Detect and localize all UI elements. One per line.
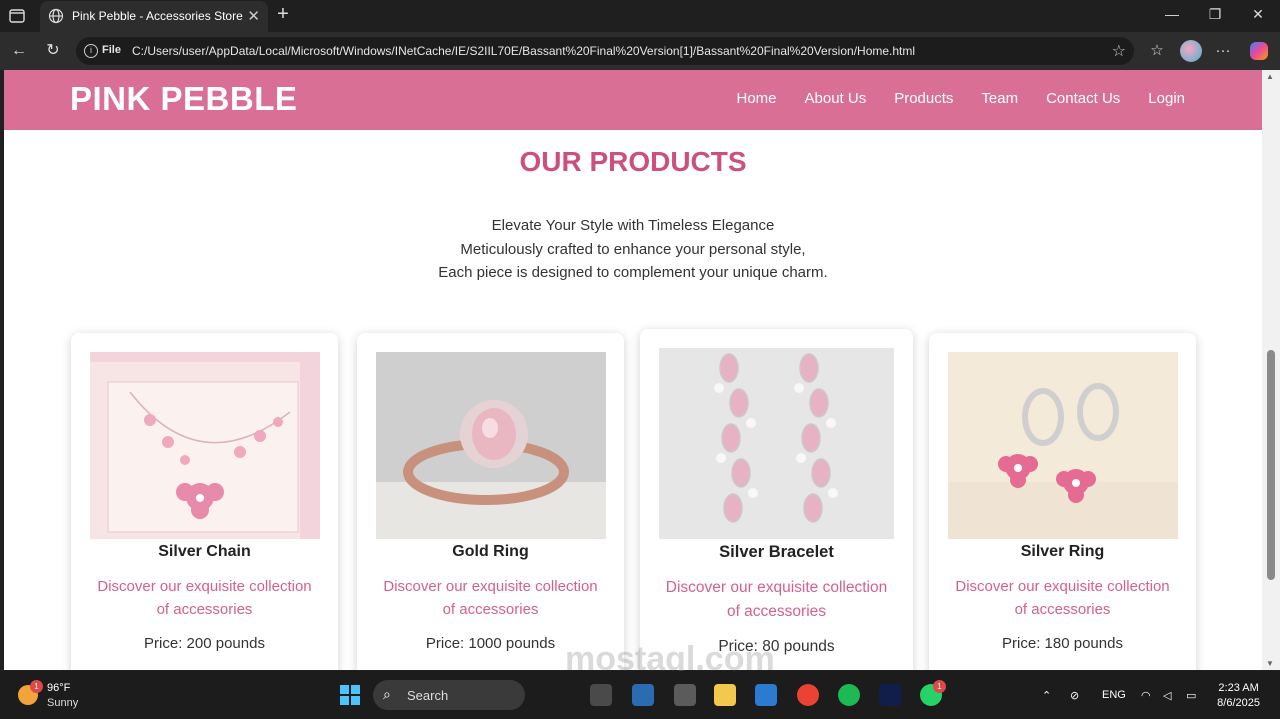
product-name: Gold Ring: [452, 543, 529, 560]
product-card[interactable]: Silver Chain Discover our exquisite coll…: [71, 333, 338, 670]
globe-icon: [48, 8, 64, 27]
tagline-line-2: Meticulously crafted to enhance your per…: [460, 241, 806, 258]
clock-date: 8/6/2025: [1217, 697, 1260, 709]
edge-browser-icon[interactable]: [632, 684, 654, 706]
store-icon[interactable]: [674, 684, 696, 706]
weather-notification-badge: 1: [30, 680, 43, 693]
favorite-star-icon[interactable]: ☆: [1112, 41, 1126, 61]
search-icon: ⌕: [383, 686, 391, 702]
product-image-ring: [376, 352, 606, 539]
close-window-icon[interactable]: ✕: [1238, 6, 1278, 23]
product-description-line-2: of accessories: [1014, 601, 1111, 618]
windows-start-icon[interactable]: [339, 684, 361, 706]
whatsapp-notification-badge: 1: [933, 680, 946, 693]
product-description-line-2: of accessories: [442, 601, 539, 618]
more-menu-icon[interactable]: ···: [1212, 40, 1234, 62]
product-image-necklace: [90, 352, 320, 539]
product-card[interactable]: Silver Bracelet Discover our exquisite c…: [640, 329, 913, 670]
weather-temperature[interactable]: 96°F: [47, 682, 70, 694]
brand-logo[interactable]: PINK PEBBLE: [70, 80, 297, 118]
nav-contact-us[interactable]: Contact Us: [1046, 90, 1120, 107]
close-tab-icon[interactable]: ✕: [247, 7, 260, 25]
back-icon[interactable]: ←: [8, 40, 30, 62]
product-image-bracelet: [659, 348, 894, 539]
favorites-icon[interactable]: ☆: [1146, 40, 1168, 62]
address-bar[interactable]: i File C:/Users/user/AppData/Local/Micro…: [76, 37, 1134, 65]
taskbar-search[interactable]: ⌕ Search: [373, 680, 525, 710]
network-off-icon[interactable]: ⊘: [1070, 689, 1079, 702]
language-indicator[interactable]: ENG: [1102, 689, 1126, 701]
product-description: Discover our exquisite collection of acc…: [949, 575, 1176, 621]
url-text[interactable]: C:/Users/user/AppData/Local/Microsoft/Wi…: [132, 44, 915, 58]
main-nav: Home About Us Products Team Contact Us L…: [736, 90, 1185, 107]
task-view-icon[interactable]: [590, 684, 612, 706]
product-price: Price: 180 pounds: [1002, 635, 1123, 652]
app-w-icon[interactable]: [879, 684, 901, 706]
product-name: Silver Chain: [158, 543, 251, 560]
page-viewport: PINK PEBBLE Home About Us Products Team …: [4, 70, 1262, 670]
nav-team[interactable]: Team: [981, 90, 1018, 107]
minimize-icon[interactable]: —: [1152, 6, 1192, 22]
search-label: Search: [407, 688, 449, 703]
tagline-line-3: Each piece is designed to complement you…: [438, 264, 828, 281]
product-card[interactable]: Silver Ring Discover our exquisite colle…: [929, 333, 1196, 670]
chrome-icon[interactable]: [797, 684, 819, 706]
nav-about-us[interactable]: About Us: [805, 90, 867, 107]
product-description-line-2: of accessories: [726, 603, 827, 620]
product-name: Silver Bracelet: [719, 543, 834, 561]
product-card[interactable]: Gold Ring Discover our exquisite collect…: [357, 333, 624, 670]
tray-chevron-icon[interactable]: ⌃: [1042, 689, 1051, 702]
tagline-line-1: Elevate Your Style with Timeless Eleganc…: [491, 217, 775, 234]
product-image-earrings: [948, 352, 1178, 539]
product-description: Discover our exquisite collection of acc…: [377, 575, 604, 621]
clock-time: 2:23 AM: [1218, 682, 1259, 694]
site-header: PINK PEBBLE Home About Us Products Team …: [4, 70, 1262, 130]
battery-icon[interactable]: ▭: [1186, 689, 1196, 702]
scroll-down-icon[interactable]: ▼: [1266, 659, 1274, 668]
copilot-icon[interactable]: [1250, 42, 1268, 60]
product-description: Discover our exquisite collection of acc…: [91, 575, 318, 621]
browser-tab-active[interactable]: Pink Pebble - Accessories Store ✕: [40, 1, 268, 32]
browser-tab-bar: Pink Pebble - Accessories Store ✕ + — ❐ …: [0, 0, 1280, 32]
spotify-icon[interactable]: [838, 684, 860, 706]
system-clock[interactable]: 2:23 AM 8/6/2025: [1217, 681, 1260, 711]
site-info-icon[interactable]: i: [84, 44, 98, 58]
vscode-icon[interactable]: [755, 684, 777, 706]
browser-toolbar: ← ↻ i File C:/Users/user/AppData/Local/M…: [0, 32, 1280, 70]
restore-icon[interactable]: ❐: [1195, 6, 1235, 23]
product-description-line-1: Discover our exquisite collection: [97, 578, 312, 595]
product-description-line-2: of accessories: [156, 601, 253, 618]
windows-taskbar: 1 96°F Sunny ⌕ Search 1 ⌃ ⊘ ENG ◠ ◁ ▭ 2:…: [0, 671, 1280, 719]
volume-icon[interactable]: ◁: [1163, 689, 1171, 702]
nav-login[interactable]: Login: [1148, 90, 1185, 107]
page-scrollbar[interactable]: ▲ ▼: [1262, 70, 1280, 670]
section-title: OUR PRODUCTS: [519, 146, 747, 177]
profile-avatar[interactable]: [1180, 40, 1202, 62]
tab-title: Pink Pebble - Accessories Store: [72, 9, 243, 23]
wifi-icon[interactable]: ◠: [1141, 689, 1151, 702]
nav-home[interactable]: Home: [736, 90, 776, 107]
product-description-line-1: Discover our exquisite collection: [665, 579, 888, 596]
nav-products[interactable]: Products: [894, 90, 953, 107]
product-description: Discover our exquisite collection of acc…: [660, 576, 893, 624]
scroll-up-icon[interactable]: ▲: [1266, 72, 1274, 81]
scrollbar-thumb[interactable]: [1267, 350, 1275, 580]
product-description-line-1: Discover our exquisite collection: [383, 578, 598, 595]
address-scheme: File: [102, 44, 121, 56]
product-price: Price: 200 pounds: [144, 635, 265, 652]
product-name: Silver Ring: [1020, 543, 1105, 560]
refresh-icon[interactable]: ↻: [42, 40, 64, 62]
file-explorer-icon[interactable]: [714, 684, 736, 706]
tab-actions-icon[interactable]: [8, 7, 26, 25]
new-tab-icon[interactable]: +: [274, 3, 292, 26]
product-description-line-1: Discover our exquisite collection: [955, 578, 1170, 595]
weather-condition[interactable]: Sunny: [47, 697, 78, 709]
